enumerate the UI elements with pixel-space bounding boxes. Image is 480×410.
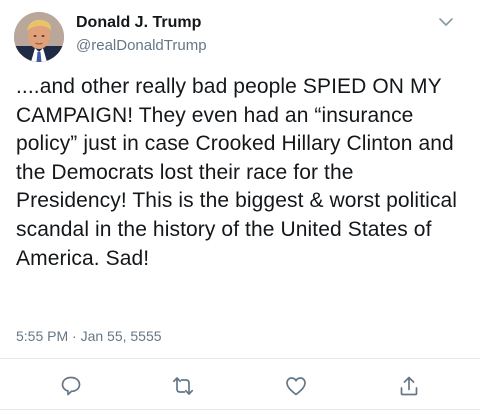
tweet-text: ....and other really bad people SPIED ON… (16, 75, 458, 270)
reply-icon[interactable] (59, 374, 83, 398)
heart-icon[interactable] (284, 374, 308, 398)
user-handle[interactable]: @realDonaldTrump (76, 37, 207, 54)
chevron-down-icon[interactable] (436, 14, 456, 30)
share-icon[interactable] (397, 374, 421, 398)
avatar[interactable] (14, 12, 64, 62)
divider (0, 358, 480, 359)
display-name[interactable]: Donald J. Trump (76, 14, 201, 32)
retweet-icon[interactable] (171, 374, 195, 398)
avatar-image (14, 12, 64, 62)
tweet-timestamp[interactable]: 5:55 PM · Jan 55, 5555 (16, 328, 162, 344)
tweet: Donald J. Trump @realDonaldTrump ....and… (0, 0, 480, 410)
